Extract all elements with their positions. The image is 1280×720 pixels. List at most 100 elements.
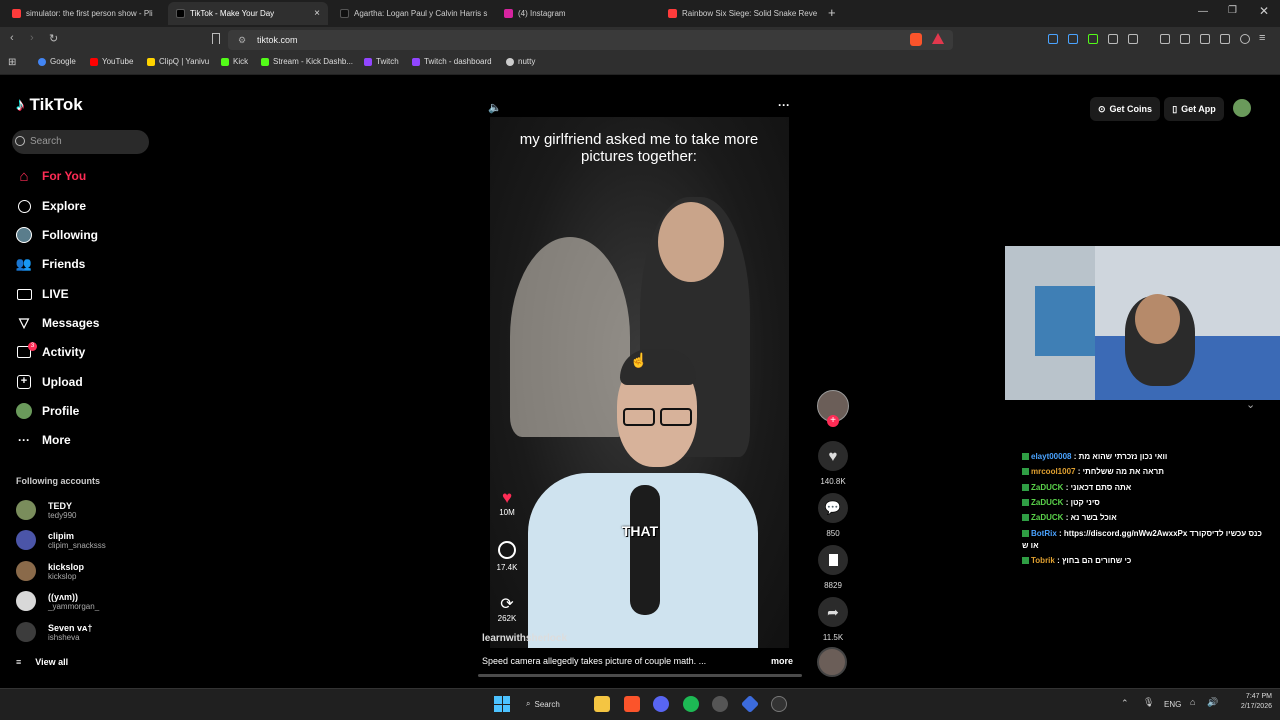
badge-icon: [1022, 468, 1029, 476]
tab-1[interactable]: simulator: the first person show - Pli: [4, 2, 164, 25]
bookmark-clipq[interactable]: ClipQ | Yanivu: [147, 57, 209, 66]
nav-profile[interactable]: Profile: [16, 403, 79, 419]
tab-3[interactable]: Agartha: Logan Paul y Calvin Harris s: [332, 2, 492, 25]
nav-upload[interactable]: + Upload: [16, 374, 83, 390]
obs-icon[interactable]: [712, 696, 728, 712]
extensions-puzzle-icon[interactable]: [1108, 34, 1118, 44]
leo-icon[interactable]: [1220, 34, 1230, 44]
clock[interactable]: 7:47 PM 2/17/2026: [1224, 692, 1272, 712]
following-account[interactable]: Seven ᴠᴀ† ishsheva: [16, 622, 92, 642]
nutty-icon: [506, 57, 514, 66]
spotify-icon[interactable]: [683, 696, 699, 712]
account-name: ((yʌm)): [48, 591, 79, 602]
language-indicator[interactable]: ENG: [1164, 700, 1181, 709]
windows-start-icon[interactable]: [494, 696, 510, 712]
site-info-icon[interactable]: ⚙: [238, 35, 246, 46]
following-account[interactable]: kickslop kickslop: [16, 561, 84, 581]
bookmark-twitch[interactable]: Twitch: [364, 57, 399, 66]
glasses-right: [660, 408, 692, 426]
wallet-icon[interactable]: [1200, 34, 1210, 44]
following-account[interactable]: clipim clipim_snacksss: [16, 530, 106, 550]
sidebar-icon[interactable]: [1180, 34, 1190, 44]
reload-icon[interactable]: ↻: [49, 32, 58, 45]
new-tab-button[interactable]: +: [828, 5, 836, 20]
microphone-icon[interactable]: 🎙: [1143, 697, 1154, 708]
nav-for-you[interactable]: ⌂ For You: [16, 168, 86, 185]
more-options-icon[interactable]: ···: [778, 98, 790, 112]
restore-icon[interactable]: ❐: [1228, 5, 1237, 16]
tiktok-logo[interactable]: ♪ TikTok: [16, 95, 83, 115]
minimize-icon[interactable]: —: [1198, 6, 1208, 17]
volume-icon[interactable]: 🔊: [1207, 697, 1218, 708]
brave-rewards-icon[interactable]: [932, 33, 944, 44]
bookmark-twitch-dashboard[interactable]: Twitch - dashboard: [412, 57, 492, 66]
description-more-link[interactable]: more: [771, 656, 793, 666]
taskbar-search[interactable]: ⌕ Search: [526, 696, 588, 712]
profile-avatar[interactable]: [1233, 99, 1251, 117]
extension-icon[interactable]: [1048, 34, 1058, 44]
close-tab-icon[interactable]: ×: [314, 8, 320, 19]
following-account[interactable]: TEDY tedy990: [16, 500, 76, 520]
volume-icon[interactable]: 🔈: [488, 101, 502, 114]
network-icon[interactable]: ⌂: [1190, 697, 1195, 707]
nav-messages[interactable]: ▽ Messages: [16, 315, 99, 331]
apps-grid-icon[interactable]: ⊞: [8, 57, 16, 68]
tiktok-note-icon: ♪: [16, 95, 25, 114]
nav-label: Upload: [42, 375, 83, 389]
bookmark-kick[interactable]: Kick: [221, 57, 248, 66]
boy-face: [658, 202, 724, 282]
video-author[interactable]: learnwithsherlock: [482, 633, 567, 644]
music-disc-icon[interactable]: [817, 647, 847, 677]
save-button[interactable]: 8829: [817, 545, 849, 590]
media-icon[interactable]: [1160, 34, 1170, 44]
bookmark-youtube[interactable]: YouTube: [90, 57, 133, 66]
file-explorer-icon[interactable]: [594, 696, 610, 712]
bookmark-google[interactable]: Google: [38, 57, 76, 66]
bookmark-label: Stream - Kick Dashb...: [273, 57, 354, 66]
follow-plus-icon[interactable]: +: [827, 415, 839, 427]
like-button[interactable]: ♥ 140.8K: [817, 441, 849, 486]
bookmark-nutty[interactable]: nutty: [506, 57, 535, 66]
tray-chevron-icon[interactable]: ⌃: [1121, 698, 1129, 709]
app-icon[interactable]: [771, 696, 787, 712]
extension-icon[interactable]: [1128, 34, 1138, 44]
nav-live[interactable]: LIVE: [16, 286, 69, 302]
tab-4[interactable]: (4) Instagram: [496, 2, 656, 25]
tab-title: TikTok - Make Your Day: [190, 9, 275, 18]
extension-icon[interactable]: [1088, 34, 1098, 44]
youtube-icon: [12, 9, 21, 18]
bookmark-kick-dashboard[interactable]: Stream - Kick Dashb...: [261, 57, 353, 66]
share-button[interactable]: ➦ 11.5K: [817, 597, 849, 642]
vpn-icon[interactable]: [1240, 34, 1250, 44]
get-coins-button[interactable]: ⊙ Get Coins: [1090, 97, 1160, 121]
tab-title: Rainbow Six Siege: Solid Snake Reve: [682, 9, 818, 18]
chat-message: mrcool1007 : תראה את מה ששלחתי: [1022, 467, 1164, 476]
video-progress-bar[interactable]: [478, 674, 802, 677]
girl-figure: [510, 237, 630, 437]
nav-explore[interactable]: Explore: [16, 198, 86, 214]
nav-activity[interactable]: Activity: [16, 344, 85, 360]
nav-friends[interactable]: 👥 Friends: [16, 256, 85, 272]
bookmark-page-icon[interactable]: [212, 33, 220, 44]
back-icon[interactable]: ‹: [10, 32, 14, 44]
discord-icon[interactable]: [653, 696, 669, 712]
nav-following[interactable]: Following: [16, 227, 98, 243]
brave-icon[interactable]: [624, 696, 640, 712]
tab-5[interactable]: Rainbow Six Siege: Solid Snake Reve: [660, 2, 820, 25]
account-handle: tedy990: [48, 510, 77, 520]
view-all-link[interactable]: ≡ View all: [16, 657, 68, 667]
comment-button[interactable]: 💬 850: [817, 493, 849, 538]
get-app-button[interactable]: ▯ Get App: [1164, 97, 1224, 121]
url-field[interactable]: [228, 30, 953, 50]
window-close-icon[interactable]: ✕: [1259, 4, 1269, 18]
brave-shields-icon[interactable]: [910, 33, 922, 46]
menu-icon[interactable]: ≡: [1259, 32, 1265, 44]
twitch-icon: [412, 57, 420, 66]
tab-2-active[interactable]: TikTok - Make Your Day ×: [168, 2, 328, 25]
forward-icon[interactable]: ›: [30, 32, 34, 44]
chevron-down-icon[interactable]: ⌄: [1246, 398, 1255, 411]
nav-more[interactable]: ··· More: [16, 432, 71, 448]
following-account[interactable]: ((yʌm)) _yammorgan_: [16, 591, 99, 611]
extension-icon[interactable]: [1068, 34, 1078, 44]
video-player[interactable]: [490, 117, 789, 648]
